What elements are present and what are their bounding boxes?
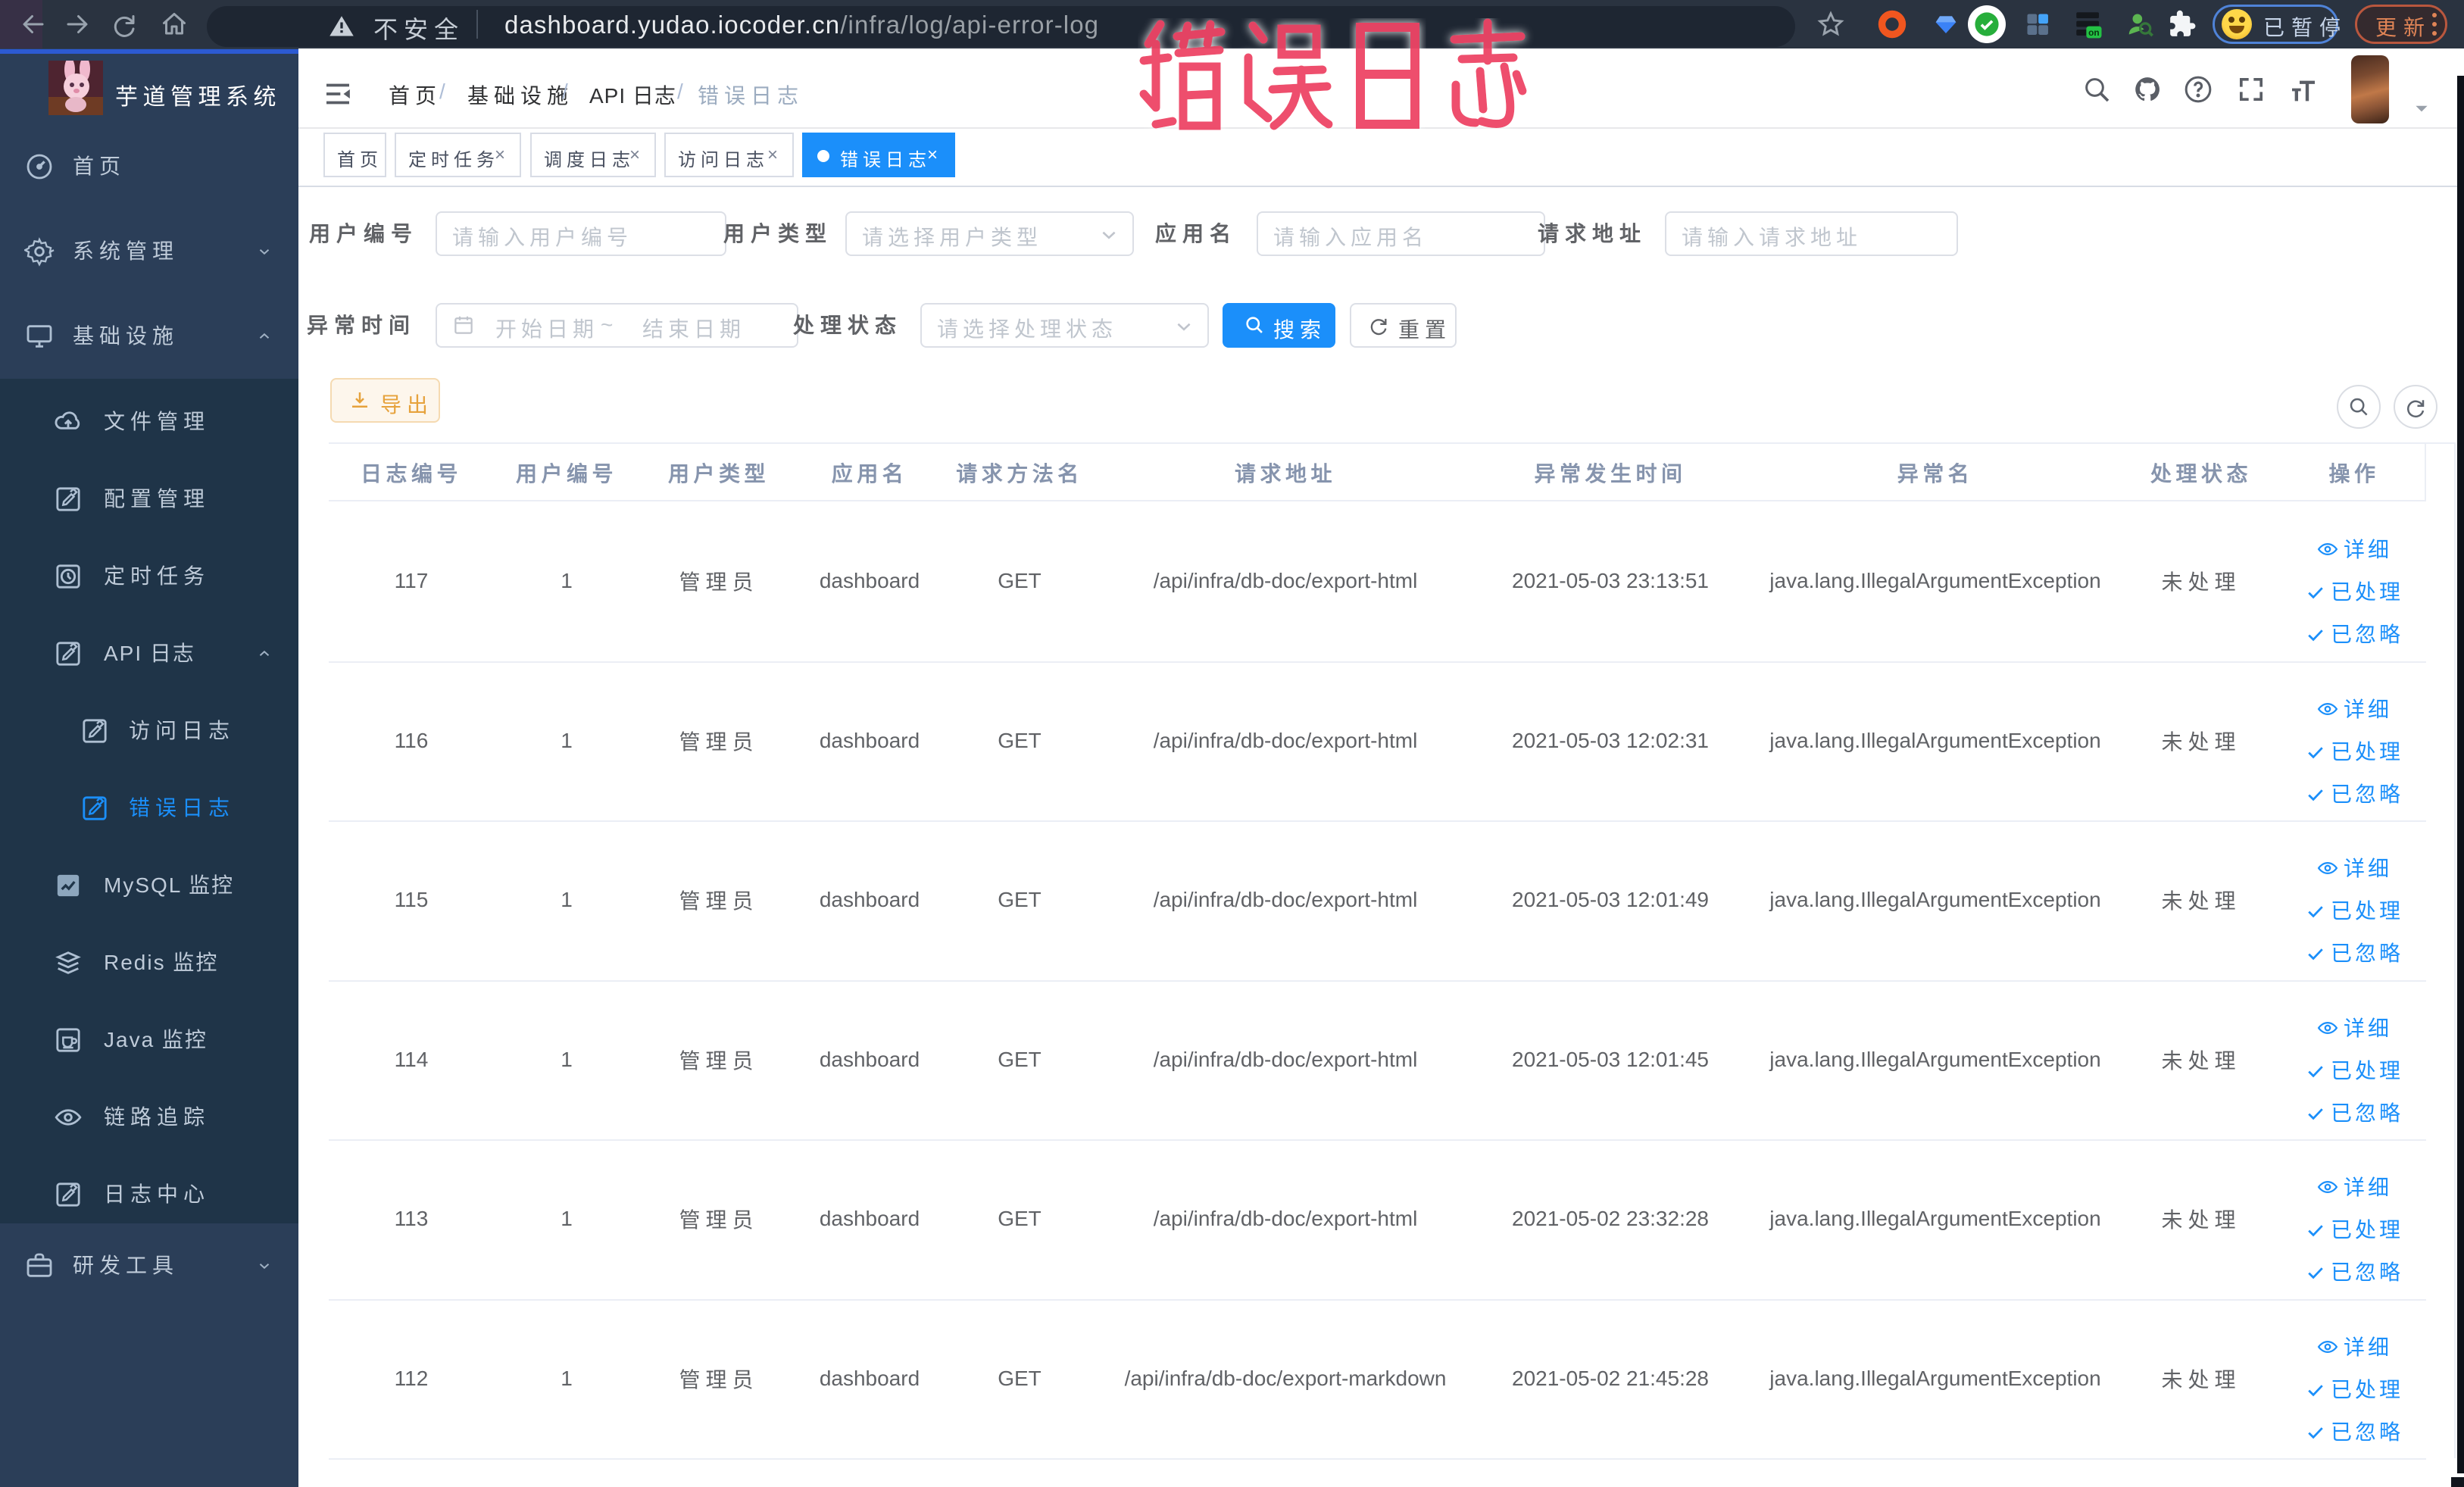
svg-text:on: on [2088, 27, 2100, 38]
